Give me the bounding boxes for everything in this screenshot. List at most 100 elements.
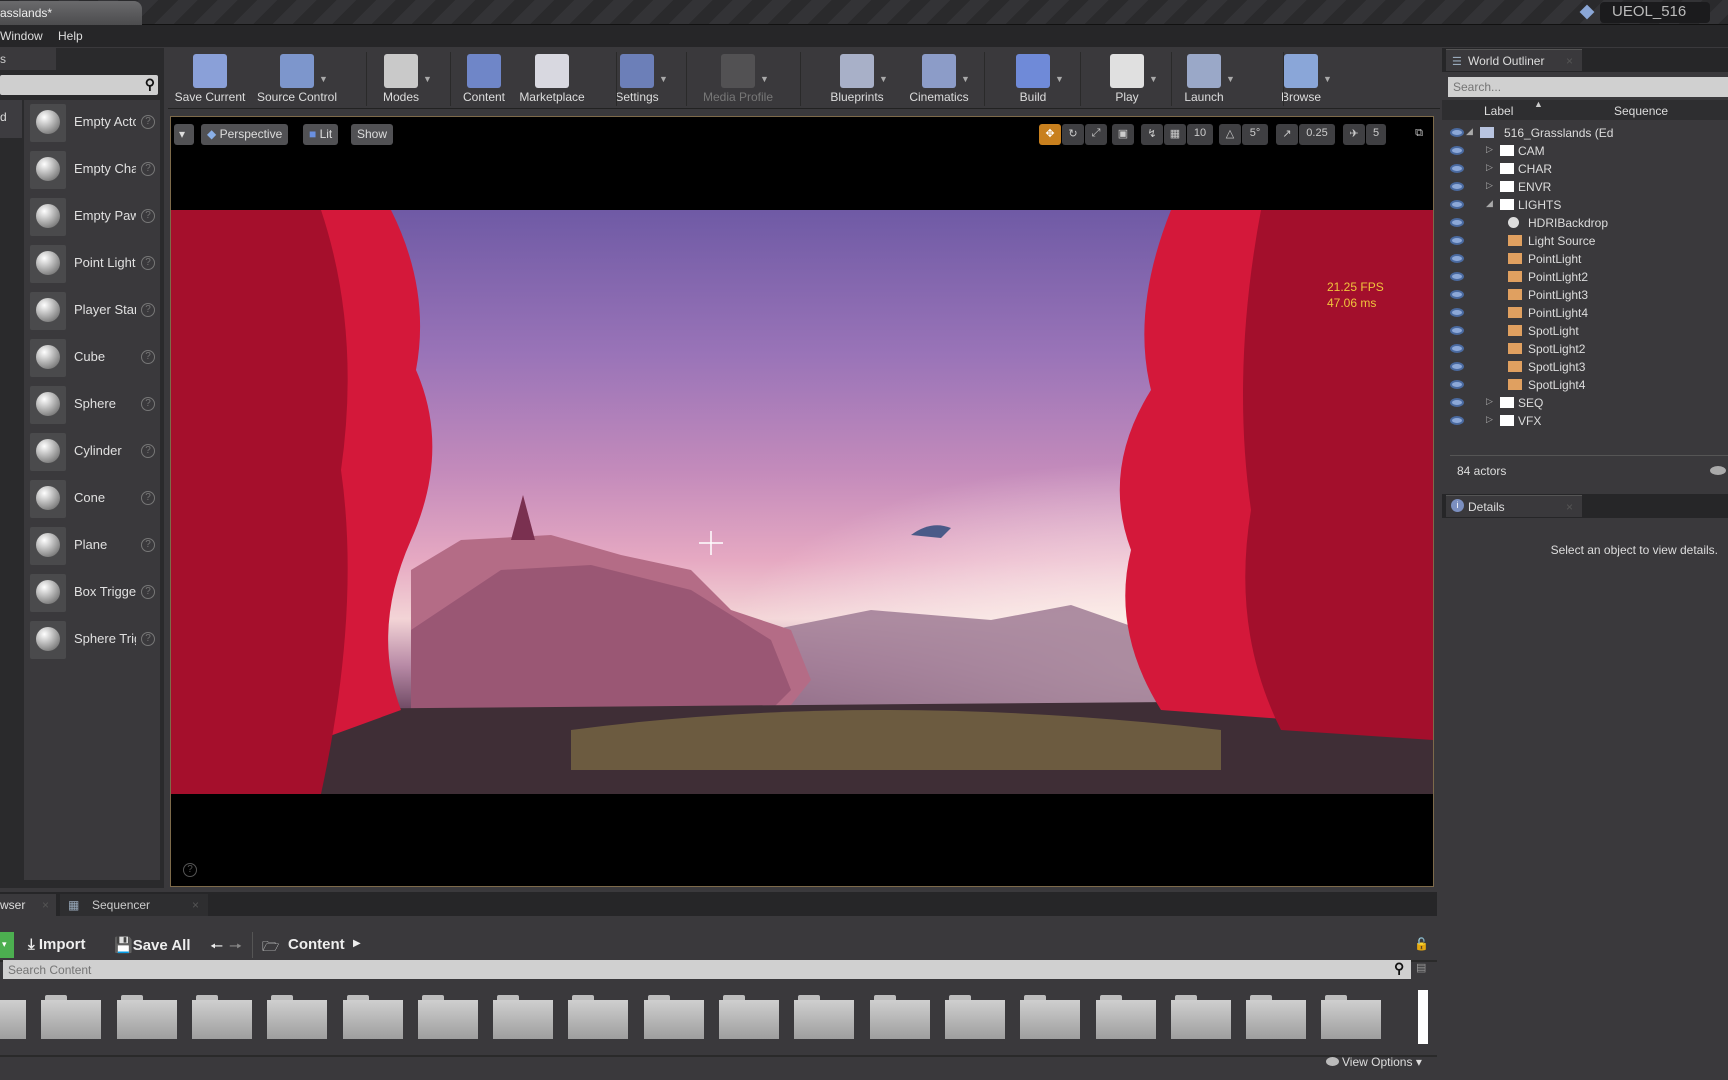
close-icon[interactable]: × <box>1566 500 1573 514</box>
folder-icon[interactable] <box>342 995 403 1039</box>
dropdown-arrow-icon[interactable]: ▼ <box>760 74 769 84</box>
details-tab[interactable]: i Details × <box>1446 495 1582 517</box>
view-options-eye-icon[interactable] <box>1710 466 1726 475</box>
level-viewport[interactable]: ▾ ◆ Perspective ■ Lit Show ✥ ↻ ⤢ ▣ ↯ ▦ 1… <box>170 116 1434 887</box>
scrollbar-thumb[interactable] <box>1418 990 1428 1044</box>
collapsed-arrow-icon[interactable]: ▷ <box>1486 162 1493 173</box>
outliner-row[interactable]: ▷ CAM <box>1442 142 1728 160</box>
maximize-icon[interactable]: ⧉ <box>1411 124 1427 145</box>
folder-icon[interactable] <box>0 995 26 1039</box>
dropdown-arrow-icon[interactable]: ▼ <box>1055 74 1064 84</box>
folder-icon[interactable] <box>719 995 779 1039</box>
help-icon[interactable]: ? <box>141 585 155 599</box>
outliner-row[interactable]: SpotLight <box>1442 322 1728 340</box>
rotate-icon[interactable]: ↻ <box>1062 124 1084 145</box>
dropdown-arrow-icon[interactable]: ▼ <box>659 74 668 84</box>
visibility-eye-icon[interactable] <box>1450 290 1464 299</box>
actor-item[interactable]: Point Light? <box>28 243 158 285</box>
actor-item[interactable]: Cone? <box>28 478 158 520</box>
visibility-eye-icon[interactable] <box>1450 380 1464 389</box>
media-profile-button[interactable]: Media Profile ▼ <box>698 50 778 106</box>
outliner-row[interactable]: PointLight <box>1442 250 1728 268</box>
actor-item[interactable]: Cylinder? <box>28 431 158 473</box>
show-button[interactable]: Show <box>351 124 394 145</box>
dropdown-arrow-icon[interactable]: ▼ <box>961 74 970 84</box>
help-icon[interactable]: ? <box>141 209 155 223</box>
menu-window[interactable]: Window <box>0 29 43 43</box>
help-icon[interactable]: ? <box>141 256 155 270</box>
browse-button[interactable]: Browse ▼ <box>1261 50 1341 106</box>
help-icon[interactable]: ? <box>141 444 155 458</box>
actor-item[interactable]: Cube? <box>28 337 158 379</box>
outliner-row[interactable]: ▷ CHAR <box>1442 160 1728 178</box>
collapsed-arrow-icon[interactable]: ▷ <box>1486 396 1493 407</box>
outliner-row[interactable]: ▷ ENVR <box>1442 178 1728 196</box>
actor-item[interactable]: Plane? <box>28 525 158 567</box>
outliner-search-input[interactable] <box>1448 77 1728 97</box>
outliner-row[interactable]: SpotLight4 <box>1442 376 1728 394</box>
expanded-arrow-icon[interactable]: ◢ <box>1486 198 1493 209</box>
help-icon[interactable]: ? <box>141 491 155 505</box>
folder-icon[interactable] <box>116 995 177 1039</box>
folder-icon[interactable] <box>1321 995 1382 1039</box>
outliner-row[interactable]: Light Source <box>1442 232 1728 250</box>
folder-icon[interactable] <box>1246 995 1307 1039</box>
folder-icon[interactable] <box>1020 995 1081 1039</box>
folder-icon[interactable] <box>794 995 855 1039</box>
outliner-row[interactable]: PointLight4 <box>1442 304 1728 322</box>
folder-icon[interactable] <box>568 995 629 1039</box>
visibility-eye-icon[interactable] <box>1450 128 1464 137</box>
grid-snap-icon[interactable]: ▦ <box>1164 124 1186 145</box>
actor-item[interactable]: Sphere? <box>28 384 158 426</box>
outliner-row[interactable]: PointLight2 <box>1442 268 1728 286</box>
outliner-row[interactable]: HDRIBackdrop <box>1442 214 1728 232</box>
settings-button[interactable]: Settings ▼ <box>597 50 677 106</box>
dropdown-arrow-icon[interactable]: ▼ <box>879 74 888 84</box>
outliner-row[interactable]: ◢ LIGHTS <box>1442 196 1728 214</box>
dropdown-arrow-icon[interactable]: ▼ <box>1226 74 1235 84</box>
help-icon[interactable]: ? <box>141 632 155 646</box>
close-icon[interactable]: × <box>1566 54 1573 68</box>
outliner-row[interactable]: ▷ VFX <box>1442 412 1728 430</box>
visibility-eye-icon[interactable] <box>1450 200 1464 209</box>
visibility-eye-icon[interactable] <box>1450 146 1464 155</box>
source-control-button[interactable]: Source Control ▼ <box>257 50 337 106</box>
actor-item[interactable]: Empty Pawn? <box>28 196 158 238</box>
collapsed-arrow-icon[interactable]: ▷ <box>1486 414 1493 425</box>
actor-item[interactable]: Sphere Trigger? <box>28 619 158 661</box>
scale-snap-icon[interactable]: ↗ <box>1276 124 1298 145</box>
help-icon[interactable]: ? <box>141 303 155 317</box>
dropdown-arrow-icon[interactable]: ▼ <box>423 74 432 84</box>
collapsed-arrow-icon[interactable]: ▷ <box>1486 144 1493 155</box>
perspective-button[interactable]: ◆ Perspective <box>201 124 289 145</box>
outliner-row[interactable]: ◢ 516_Grasslands (Ed <box>1442 124 1728 142</box>
visibility-eye-icon[interactable] <box>1450 326 1464 335</box>
translate-icon[interactable]: ✥ <box>1039 124 1061 145</box>
folder-icon[interactable] <box>191 995 252 1039</box>
folder-icon[interactable] <box>869 995 930 1039</box>
dropdown-arrow-icon[interactable]: ▼ <box>1323 74 1332 84</box>
actor-item[interactable]: Empty Character? <box>28 149 158 191</box>
category-tab[interactable]: d <box>0 100 22 138</box>
outliner-row[interactable]: ▷ SEQ <box>1442 394 1728 412</box>
camera-speed-icon[interactable]: ✈ <box>1343 124 1365 145</box>
visibility-eye-icon[interactable] <box>1450 218 1464 227</box>
lit-button[interactable]: ■ Lit <box>303 124 339 145</box>
folder-icon[interactable] <box>267 995 328 1039</box>
expanded-arrow-icon[interactable]: ◢ <box>1466 126 1473 137</box>
visibility-eye-icon[interactable] <box>1450 398 1464 407</box>
help-icon[interactable]: ? <box>141 538 155 552</box>
camera-speed-value[interactable]: 5 <box>1366 124 1386 145</box>
actor-item[interactable]: Empty Actor? <box>28 102 158 144</box>
view-options-button[interactable]: View Options ▾ <box>1326 1055 1422 1069</box>
sequence-column-header[interactable]: Sequence <box>1614 104 1668 118</box>
viewport-help-icon[interactable]: ? <box>183 863 197 877</box>
rotation-snap-value[interactable]: 5° <box>1242 124 1268 145</box>
menu-help[interactable]: Help <box>58 29 83 43</box>
scale-snap-value[interactable]: 0.25 <box>1299 124 1335 145</box>
visibility-eye-icon[interactable] <box>1450 344 1464 353</box>
world-local-icon[interactable]: ▣ <box>1112 124 1134 145</box>
outliner-row[interactable]: SpotLight3 <box>1442 358 1728 376</box>
actor-item[interactable]: Box Trigger? <box>28 572 158 614</box>
document-tab[interactable]: asslands* <box>0 1 142 25</box>
